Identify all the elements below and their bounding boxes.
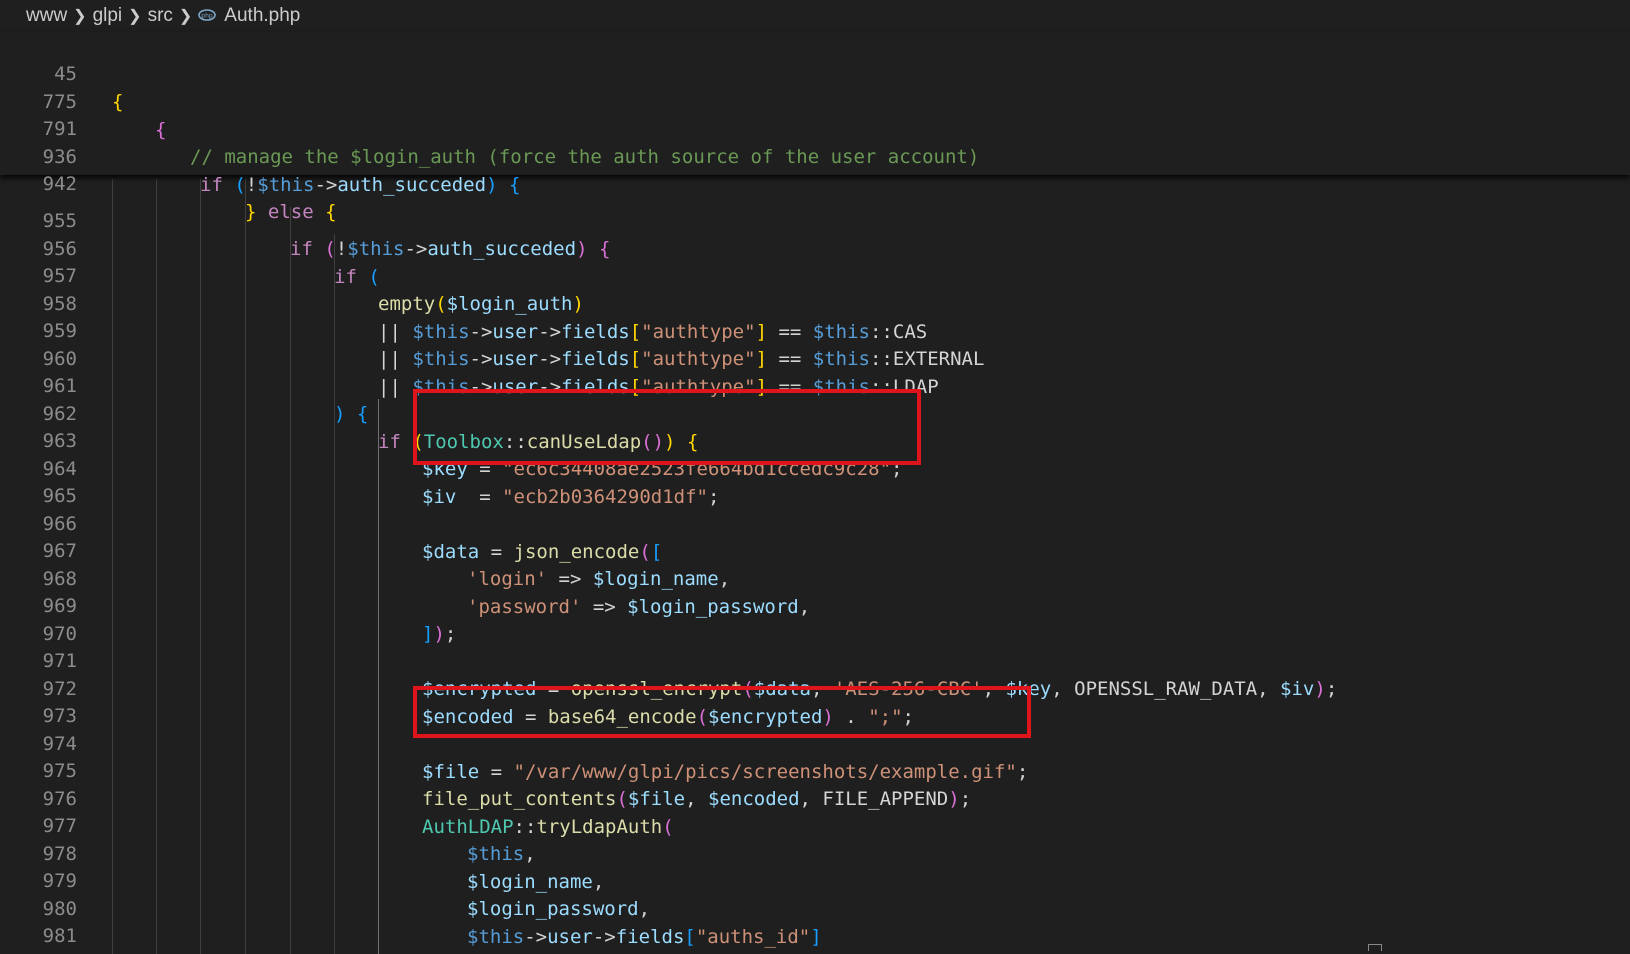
code-line[interactable]: 969 ]); xyxy=(0,564,1630,645)
code-editor[interactable]: 955 if (!$this->auth_succeded) { 956 if … xyxy=(0,179,1630,954)
breadcrumb-item-glpi[interactable]: glpi xyxy=(93,5,123,27)
chevron-right-icon: ❯ xyxy=(73,8,87,25)
chevron-right-icon: ❯ xyxy=(178,8,193,25)
breadcrumb-item-src[interactable]: src xyxy=(148,5,173,27)
code-line[interactable]: 960 || $this->user->fields["authtype"] =… xyxy=(0,317,1630,398)
code-line[interactable]: 979 $login_password, xyxy=(0,839,1630,920)
sticky-line[interactable]: 942 } else { xyxy=(0,142,1630,223)
sticky-line[interactable]: 775 { xyxy=(0,60,1630,141)
code-text: ); xyxy=(422,950,445,954)
php-file-icon: php xyxy=(198,8,217,24)
code-text: $this->user->fields["auths_id"] xyxy=(467,926,822,948)
code-line[interactable]: 972 $encoded = base64_encode($encrypted)… xyxy=(0,647,1630,728)
svg-text:php: php xyxy=(202,13,214,20)
code-line[interactable]: 980 $this->user->fields["auths_id"] xyxy=(0,867,1630,948)
code-text: if (!$this->auth_succeded) { xyxy=(200,174,521,196)
scrollbar-marker[interactable] xyxy=(1368,944,1382,951)
sticky-line[interactable]: 791 // manage the $login_auth (force the… xyxy=(0,87,1630,168)
chevron-right-icon: ❯ xyxy=(128,8,142,25)
breadcrumb-item-www[interactable]: www xyxy=(26,5,67,27)
code-line[interactable]: 958 || $this->user->fields["authtype"] =… xyxy=(0,262,1630,343)
breadcrumb-file-auth-php[interactable]: Auth.php xyxy=(224,5,300,27)
breadcrumb: www ❯ glpi ❯ src ❯ php Auth.php xyxy=(0,0,1630,32)
code-line[interactable]: 959 || $this->user->fields["authtype"] =… xyxy=(0,289,1630,370)
code-line[interactable]: 971 $encrypted = openssl_encrypt($data, … xyxy=(0,619,1630,700)
code-line[interactable]: 961 ) { xyxy=(0,344,1630,425)
code-line[interactable]: 968 'password' => $login_password, xyxy=(0,537,1630,618)
sticky-line[interactable]: 45 { xyxy=(0,32,1630,113)
code-line[interactable]: 976 AuthLDAP::tryLdapAuth( xyxy=(0,757,1630,838)
code-line[interactable]: 967 'login' => $login_name, xyxy=(0,509,1630,590)
code-line[interactable]: 981 ); xyxy=(0,894,1630,954)
code-line[interactable]: 970 xyxy=(0,592,1630,645)
code-text: } else { xyxy=(245,201,337,223)
highlight-box-file-path xyxy=(413,686,1031,738)
code-line[interactable]: 957 empty($login_auth) xyxy=(0,234,1630,315)
line-number: 981 xyxy=(42,925,77,947)
highlight-box-key-iv xyxy=(413,389,921,465)
line-number: 942 xyxy=(42,173,77,195)
sticky-scroll-header[interactable]: 45 { 775 { 791 // manage the $login_auth… xyxy=(0,32,1630,223)
sticky-line[interactable]: 936 if (!$this->auth_succeded) { xyxy=(0,115,1630,196)
code-line[interactable]: 978 $login_name, xyxy=(0,812,1630,893)
code-line[interactable]: 977 $this, xyxy=(0,784,1630,865)
code-line[interactable]: 966 $data = json_encode([ xyxy=(0,482,1630,563)
